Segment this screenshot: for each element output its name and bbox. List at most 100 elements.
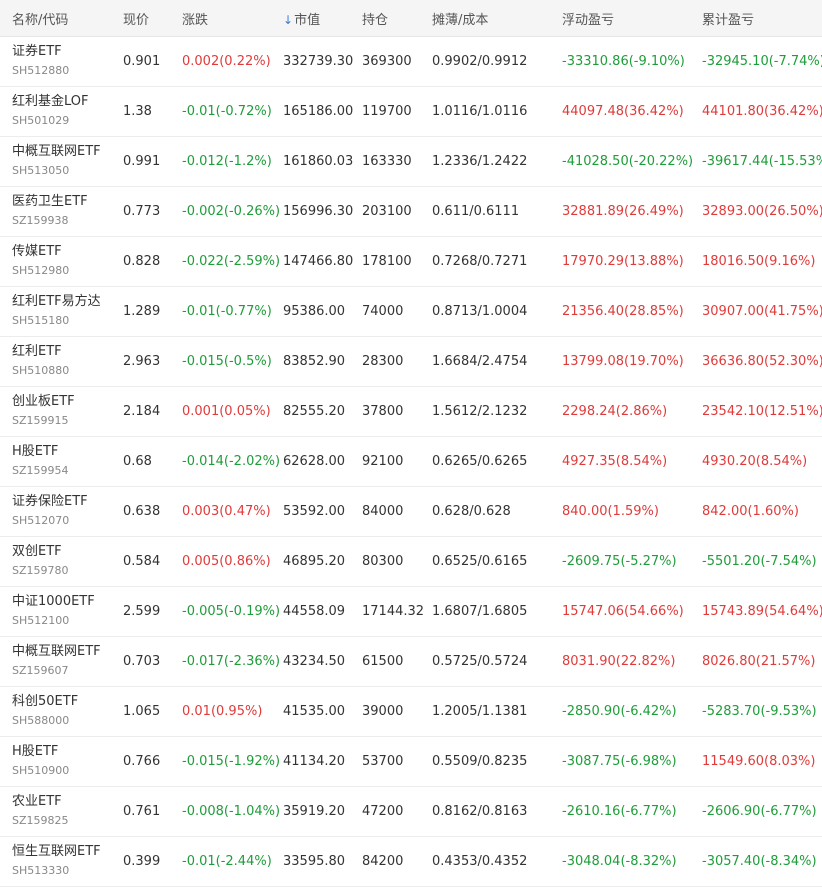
security-name: 双创ETF [12, 544, 62, 559]
security-cell[interactable]: 证券保险ETF SH512070 [12, 493, 88, 529]
security-code: SH512100 [12, 614, 70, 627]
table-row[interactable]: 双创ETF SZ159780 0.584 0.005(0.86%) 46895.20 80… [0, 537, 822, 587]
market-value-cell: 33595.80 [283, 854, 346, 869]
security-cell[interactable]: 医药卫生ETF SZ159938 [12, 193, 88, 229]
table-row[interactable]: 传媒ETF SH512980 0.828 -0.022(-2.59%) 147466.8… [0, 237, 822, 287]
change-cell: -0.005(-0.19%) [182, 604, 281, 619]
cost-cell: 0.628/0.628 [432, 504, 511, 519]
table-row[interactable]: 科创50ETF SH588000 1.065 0.01(0.95%) 41535.00 3… [0, 687, 822, 737]
security-cell[interactable]: 中概互联网ETF SZ159607 [12, 643, 101, 679]
price-cell: 0.399 [123, 854, 161, 869]
holding-cell: 47200 [362, 804, 404, 819]
security-name: 证券保险ETF [12, 494, 88, 509]
security-code: SH510900 [12, 764, 70, 777]
security-cell[interactable]: 中证1000ETF SH512100 [12, 593, 95, 629]
floating-pl-cell: -2609.75(-5.27%) [562, 554, 677, 569]
table-row[interactable]: 恒生互联网ETF SH513330 0.399 -0.01(-2.44%) 33595.… [0, 837, 822, 887]
security-name: 红利ETF易方达 [12, 294, 101, 309]
floating-pl-cell: 840.00(1.59%) [562, 504, 659, 519]
security-cell[interactable]: 科创50ETF SH588000 [12, 693, 78, 729]
table-row[interactable]: 医药卫生ETF SZ159938 0.773 -0.002(-0.26%) 156996… [0, 187, 822, 237]
table-row[interactable]: 红利基金LOF SH501029 1.38 -0.01(-0.72%) 165186.0… [0, 87, 822, 137]
column-header-change[interactable]: 涨跌 [182, 9, 208, 28]
security-cell[interactable]: 红利ETF易方达 SH515180 [12, 293, 101, 329]
column-header-name-code[interactable]: 名称/代码 [12, 9, 68, 28]
price-cell: 0.68 [123, 454, 152, 469]
table-row[interactable]: 中概互联网ETF SZ159607 0.703 -0.017(-2.36%) 43234… [0, 637, 822, 687]
table-row[interactable]: H股ETF SZ159954 0.68 -0.014(-2.02%) 62628.00 9… [0, 437, 822, 487]
price-cell: 0.584 [123, 554, 161, 569]
security-cell[interactable]: 红利ETF SH510880 [12, 343, 69, 379]
market-value-cell: 83852.90 [283, 354, 346, 369]
security-cell[interactable]: 双创ETF SZ159780 [12, 543, 69, 579]
table-row[interactable]: 红利ETF SH510880 2.963 -0.015(-0.5%) 83852.90 2… [0, 337, 822, 387]
total-pl-cell: -32945.10(-7.74%) [702, 54, 822, 69]
column-header-cost[interactable]: 摊薄/成本 [432, 9, 488, 28]
security-cell[interactable]: 农业ETF SZ159825 [12, 793, 69, 829]
security-code: SZ159607 [12, 664, 69, 677]
table-body: 证券ETF SH512880 0.901 0.002(0.22%) 332739.30 3… [0, 37, 822, 887]
security-code: SH515180 [12, 314, 70, 327]
security-cell[interactable]: H股ETF SH510900 [12, 743, 69, 779]
floating-pl-cell: -3048.04(-8.32%) [562, 854, 677, 869]
table-row[interactable]: 证券ETF SH512880 0.901 0.002(0.22%) 332739.30 3… [0, 37, 822, 87]
market-value-cell: 165186.00 [283, 104, 354, 119]
market-value-cell: 332739.30 [283, 54, 354, 69]
table-row[interactable]: 中概互联网ETF SH513050 0.991 -0.012(-1.2%) 161860… [0, 137, 822, 187]
column-header-floating-pl[interactable]: 浮动盈亏 [562, 9, 614, 28]
price-cell: 1.065 [123, 704, 161, 719]
cost-cell: 0.611/0.6111 [432, 204, 520, 219]
table-header: 名称/代码 现价 涨跌 ↓市值 持仓 摊薄/成本 浮动盈亏 累计盈亏 [0, 0, 822, 37]
column-header-total-pl[interactable]: 累计盈亏 [702, 9, 754, 28]
security-cell[interactable]: 证券ETF SH512880 [12, 43, 69, 79]
table-row[interactable]: 中证1000ETF SH512100 2.599 -0.005(-0.19%) 4455… [0, 587, 822, 637]
market-value-cell: 41134.20 [283, 754, 346, 769]
floating-pl-cell: -33310.86(-9.10%) [562, 54, 685, 69]
security-cell[interactable]: 传媒ETF SH512980 [12, 243, 69, 279]
security-name: 医药卫生ETF [12, 194, 88, 209]
floating-pl-cell: 13799.08(19.70%) [562, 354, 684, 369]
holding-cell: 163330 [362, 154, 412, 169]
total-pl-cell: 842.00(1.60%) [702, 504, 799, 519]
holding-cell: 178100 [362, 254, 412, 269]
security-code: SZ159938 [12, 214, 69, 227]
change-cell: -0.01(-0.77%) [182, 304, 272, 319]
change-cell: -0.017(-2.36%) [182, 654, 281, 669]
security-cell[interactable]: 创业板ETF SZ159915 [12, 393, 75, 429]
total-pl-cell: -5501.20(-7.54%) [702, 554, 817, 569]
security-code: SH513330 [12, 864, 70, 877]
price-cell: 1.38 [123, 104, 152, 119]
column-header-holding[interactable]: 持仓 [362, 9, 388, 28]
security-cell[interactable]: H股ETF SZ159954 [12, 443, 69, 479]
cost-cell: 1.0116/1.0116 [432, 104, 528, 119]
security-name: 传媒ETF [12, 244, 62, 259]
table-row[interactable]: 创业板ETF SZ159915 2.184 0.001(0.05%) 82555.20 3… [0, 387, 822, 437]
security-code: SZ159915 [12, 414, 69, 427]
security-cell[interactable]: 红利基金LOF SH501029 [12, 93, 89, 129]
floating-pl-cell: -2610.16(-6.77%) [562, 804, 677, 819]
security-name: 中证1000ETF [12, 594, 95, 609]
change-cell: 0.001(0.05%) [182, 404, 271, 419]
cost-cell: 0.6525/0.6165 [432, 554, 528, 569]
table-row[interactable]: 红利ETF易方达 SH515180 1.289 -0.01(-0.77%) 95386.… [0, 287, 822, 337]
holdings-table: 名称/代码 现价 涨跌 ↓市值 持仓 摊薄/成本 浮动盈亏 累计盈亏 证券ETF… [0, 0, 822, 887]
security-cell[interactable]: 中概互联网ETF SH513050 [12, 143, 101, 179]
column-header-market-value[interactable]: ↓市值 [283, 9, 320, 28]
floating-pl-cell: 8031.90(22.82%) [562, 654, 676, 669]
security-name: H股ETF [12, 744, 59, 759]
security-code: SH513050 [12, 164, 70, 177]
cost-cell: 1.6807/1.6805 [432, 604, 528, 619]
column-header-price[interactable]: 现价 [123, 9, 149, 28]
holding-cell: 39000 [362, 704, 404, 719]
table-row[interactable]: 证券保险ETF SH512070 0.638 0.003(0.47%) 53592.00… [0, 487, 822, 537]
floating-pl-cell: -41028.50(-20.22%) [562, 154, 694, 169]
table-row[interactable]: 农业ETF SZ159825 0.761 -0.008(-1.04%) 35919.20… [0, 787, 822, 837]
security-name: 创业板ETF [12, 394, 75, 409]
table-row[interactable]: H股ETF SH510900 0.766 -0.015(-1.92%) 41134.20… [0, 737, 822, 787]
security-code: SH512070 [12, 514, 70, 527]
market-value-cell: 95386.00 [283, 304, 346, 319]
floating-pl-cell: 32881.89(26.49%) [562, 204, 684, 219]
holding-cell: 17144.32 [362, 604, 425, 619]
security-cell[interactable]: 恒生互联网ETF SH513330 [12, 843, 101, 879]
floating-pl-cell: -3087.75(-6.98%) [562, 754, 677, 769]
